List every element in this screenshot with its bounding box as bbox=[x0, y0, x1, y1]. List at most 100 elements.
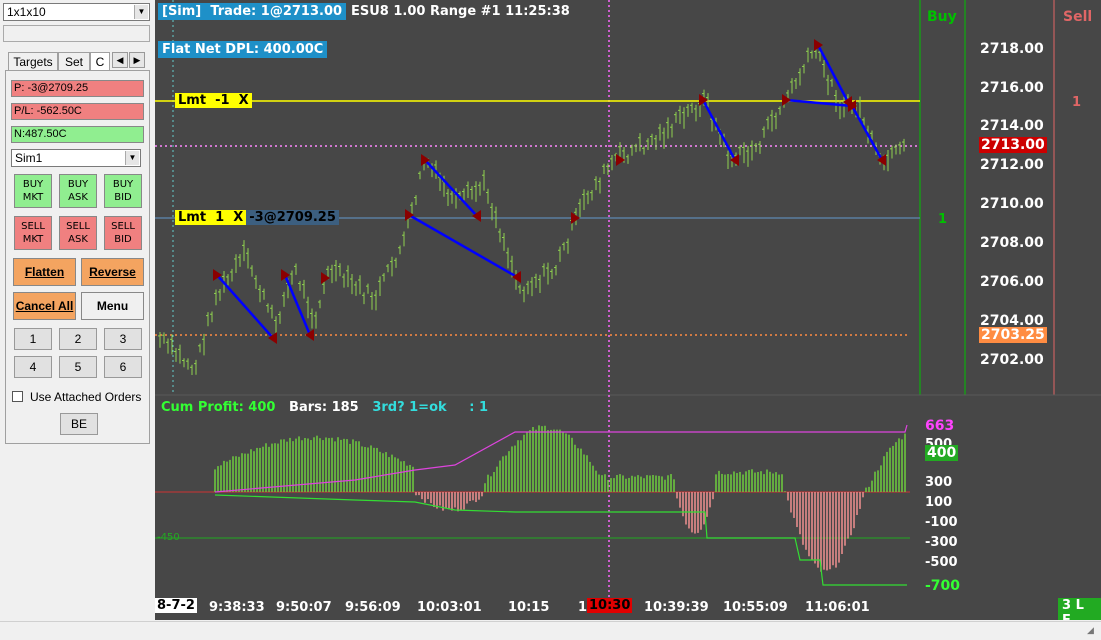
buy-ask-label-2: ASK bbox=[68, 192, 88, 203]
buy-bid-button[interactable]: BUY BID bbox=[104, 174, 142, 208]
trade-entry-marker bbox=[814, 39, 823, 51]
buy-mkt-button[interactable]: BUY MKT bbox=[14, 174, 52, 208]
buy-qty[interactable]: 1 bbox=[938, 212, 947, 227]
lower-axis-current: 400 bbox=[925, 445, 959, 461]
time-tick: 10:15 bbox=[508, 600, 550, 615]
tab-targets[interactable]: Targets bbox=[8, 52, 58, 70]
stop-price-label: 2703.25 bbox=[979, 327, 1047, 343]
horizontal-scrollbar[interactable]: ◢ bbox=[0, 621, 1101, 640]
limit-order-buy-cancel[interactable]: X bbox=[233, 210, 243, 225]
buy-column-label: Buy bbox=[927, 9, 957, 25]
last-price-label: 2713.00 bbox=[979, 137, 1047, 153]
sell-ask-label-1: SELL bbox=[66, 221, 90, 232]
trade-segment bbox=[283, 274, 312, 336]
price-tick: 2716.00 bbox=[980, 80, 1044, 96]
tab-c[interactable]: C bbox=[90, 52, 110, 70]
buy-mkt-label-2: MKT bbox=[22, 192, 44, 203]
sell-bid-label-2: BID bbox=[114, 234, 132, 245]
flatten-button[interactable]: Flatten bbox=[13, 258, 76, 286]
buy-ask-button[interactable]: BUY ASK bbox=[59, 174, 97, 208]
chart-canvas[interactable] bbox=[155, 0, 1101, 620]
net-field: N:487.50C bbox=[11, 126, 144, 143]
price-tick: 2710.00 bbox=[980, 196, 1044, 212]
trade-entry-marker bbox=[782, 94, 791, 106]
time-cursor-label: 10:30 bbox=[587, 598, 633, 613]
account-select-value: Sim1 bbox=[15, 151, 43, 165]
price-tick: 2712.00 bbox=[980, 157, 1044, 173]
template-select-value: 1x1x10 bbox=[7, 5, 46, 19]
trade-marker bbox=[321, 272, 330, 284]
date-label: 8-7-2 bbox=[155, 598, 197, 613]
message-field[interactable] bbox=[3, 25, 150, 42]
third-check-text: 3rd? 1=ok bbox=[372, 400, 447, 415]
trade-markers bbox=[213, 39, 886, 344]
position-field: P: -3@2709.25 bbox=[11, 80, 144, 97]
header-sim-badge: [Sim] Trade: 1@2713.00 bbox=[158, 3, 347, 20]
limit-order-buy-type: Lmt bbox=[178, 210, 207, 225]
time-tick: 10:39:39 bbox=[644, 600, 709, 615]
sell-qty[interactable]: 1 bbox=[1072, 95, 1081, 110]
time-tick: 11:06:01 bbox=[805, 600, 870, 615]
price-chart[interactable]: [Sim] Trade: 1@2713.00 ESU8 1.00 Range #… bbox=[155, 0, 1101, 620]
tab-scroll-left-icon[interactable]: ◀ bbox=[112, 52, 128, 68]
buy-bid-label-1: BUY bbox=[112, 179, 134, 190]
time-tick: 10:55:09 bbox=[723, 600, 788, 615]
trade-entry-marker bbox=[405, 209, 414, 221]
limit-order-sell[interactable]: Lmt -1 X bbox=[175, 93, 252, 108]
menu-button[interactable]: Menu bbox=[81, 292, 144, 320]
cum-profit-text: Cum Profit: 400 bbox=[161, 400, 276, 415]
be-button[interactable]: BE bbox=[60, 413, 98, 435]
sell-bid-label-1: SELL bbox=[111, 221, 135, 232]
sell-ask-button[interactable]: SELL ASK bbox=[59, 216, 97, 250]
qty-button-5[interactable]: 5 bbox=[59, 356, 97, 378]
sell-ask-label-2: ASK bbox=[68, 234, 88, 245]
sell-column-label: Sell bbox=[1063, 9, 1093, 25]
buy-mkt-label-1: BUY bbox=[22, 179, 44, 190]
flat-net-dpl: Flat Net DPL: 400.00C bbox=[158, 41, 328, 58]
price-tick: 2708.00 bbox=[980, 235, 1044, 251]
trade-segment bbox=[701, 99, 737, 161]
time-axis: 8-7-2 9:38:33 9:50:07 9:56:09 10:03:01 1… bbox=[155, 597, 1101, 620]
qty-button-2[interactable]: 2 bbox=[59, 328, 97, 350]
qty-button-1[interactable]: 1 bbox=[14, 328, 52, 350]
lower-axis-tick: -100 bbox=[925, 515, 958, 530]
tab-set-label: Set bbox=[64, 55, 83, 69]
tab-scroll-right-icon[interactable]: ▶ bbox=[129, 52, 145, 68]
tab-targets-label: Targets bbox=[13, 55, 53, 69]
use-attached-orders-checkbox[interactable] bbox=[12, 391, 23, 402]
lower-axis-max: 663 bbox=[925, 418, 955, 434]
limit-order-buy-qty: 1 bbox=[215, 210, 225, 225]
buy-ask-label-1: BUY bbox=[67, 179, 89, 190]
qty-button-3[interactable]: 3 bbox=[104, 328, 142, 350]
lower-ref-label: -450 bbox=[157, 532, 180, 543]
limit-order-buy-box[interactable]: Lmt 1 X bbox=[175, 210, 247, 225]
qty-button-6[interactable]: 6 bbox=[104, 356, 142, 378]
limit-order-sell-cancel[interactable]: X bbox=[239, 93, 249, 108]
indicator-readout: Cum Profit: 400 Bars: 185 3rd? 1=ok : 1 bbox=[161, 400, 488, 415]
tab-c-label: C bbox=[95, 55, 105, 69]
limit-order-buy[interactable]: Lmt 1 X -3@2709.25 bbox=[175, 210, 339, 225]
use-attached-orders-label: Use Attached Orders bbox=[30, 390, 142, 404]
max-profit-line bbox=[214, 424, 908, 493]
lower-axis-tick: 300 bbox=[925, 475, 953, 490]
position-label: -3@2709.25 bbox=[246, 210, 339, 225]
tab-set[interactable]: Set bbox=[58, 52, 90, 70]
cancel-all-button[interactable]: Cancel All bbox=[13, 292, 76, 320]
reverse-button[interactable]: Reverse bbox=[81, 258, 144, 286]
qty-button-4[interactable]: 4 bbox=[14, 356, 52, 378]
account-select[interactable]: Sim1 ▼ bbox=[11, 149, 141, 167]
trade-segment bbox=[424, 159, 478, 217]
trade-segment bbox=[216, 274, 274, 339]
sell-mkt-button[interactable]: SELL MKT bbox=[14, 216, 52, 250]
template-select[interactable]: 1x1x10 ▼ bbox=[3, 3, 150, 21]
header-trade-text: Trade: 1@2713.00 bbox=[210, 4, 343, 19]
sell-mkt-label-2: MKT bbox=[22, 234, 44, 245]
price-tick: 2702.00 bbox=[980, 352, 1044, 368]
lower-axis-tick: -300 bbox=[925, 535, 958, 550]
time-tick: 10:03:01 bbox=[417, 600, 482, 615]
sell-bid-button[interactable]: SELL BID bbox=[104, 216, 142, 250]
lower-axis-tick: -500 bbox=[925, 555, 958, 570]
order-entry-panel: 1x1x10 ▼ Targets Set C ◀ ▶ P: -3@2709.25… bbox=[0, 0, 152, 639]
chevron-down-icon: ▼ bbox=[125, 151, 139, 165]
trade-segment bbox=[408, 213, 518, 279]
